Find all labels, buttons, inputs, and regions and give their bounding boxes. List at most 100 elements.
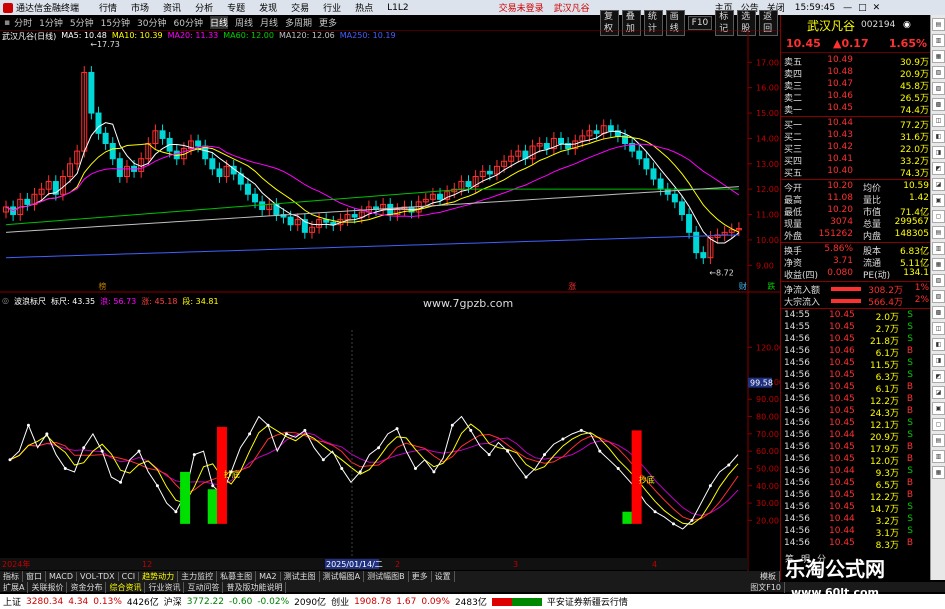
stat-row: 最低 10.20 市值 71.4亿 bbox=[781, 205, 931, 218]
app-title: 通达信金融终端 bbox=[16, 4, 80, 14]
menu-shichang[interactable]: 市场 bbox=[131, 1, 149, 14]
side-icon-1[interactable]: ▤ bbox=[932, 18, 945, 31]
side-icon-27[interactable]: ▤ bbox=[932, 434, 945, 447]
side-icon-12[interactable]: ▣ bbox=[932, 194, 945, 207]
side-icon-7[interactable]: ◫ bbox=[932, 114, 945, 127]
indicator-tab[interactable]: 私募主图 bbox=[217, 571, 257, 582]
indicator-tab[interactable]: 主力监控 bbox=[178, 571, 218, 582]
indicator-tab[interactable]: 测试幅图A bbox=[320, 571, 365, 582]
tab-daily[interactable]: 日线 bbox=[209, 16, 228, 29]
side-icon-28[interactable]: ▥ bbox=[932, 450, 945, 463]
price-tick-label: 14.00 bbox=[756, 134, 779, 143]
tab-weekly[interactable]: 周线 bbox=[235, 16, 253, 29]
tick-row: 14:56 10.45 12.2万 B bbox=[781, 490, 931, 503]
indicator-tab[interactable]: VOL-TDX bbox=[77, 572, 119, 581]
menu-zhuanti[interactable]: 专题 bbox=[227, 1, 245, 14]
side-icon-19[interactable]: ▩ bbox=[932, 306, 945, 319]
tab-fenshi[interactable]: 分时 bbox=[14, 16, 32, 29]
side-icon-4[interactable]: ▧ bbox=[932, 66, 945, 79]
menu-redian[interactable]: 热点 bbox=[355, 1, 373, 14]
indicator-tab[interactable]: MACD bbox=[46, 572, 77, 581]
indicator-tab[interactable]: CCI bbox=[119, 572, 140, 581]
tab-30min[interactable]: 30分钟 bbox=[137, 16, 166, 29]
indicator-tabs: 指标 窗口 MACD VOL-TDX CCI 趋势动力 主力监控 私募主图 MA2 测试主图 测试幅… bbox=[0, 571, 780, 582]
osc-point bbox=[413, 466, 417, 470]
extension-tab[interactable]: 行业资讯 bbox=[145, 581, 185, 593]
menu-hangye[interactable]: 行业 bbox=[323, 1, 341, 14]
minimize-icon[interactable]: — bbox=[843, 3, 852, 13]
extension-tab[interactable]: 普及版功能说明 bbox=[223, 581, 287, 593]
toolbar-f10[interactable]: F10 bbox=[687, 15, 713, 30]
extension-tab[interactable]: 关联报价 bbox=[28, 581, 68, 593]
side-icon-6[interactable]: ▩ bbox=[932, 98, 945, 111]
indicator-tab[interactable]: 趋势动力 bbox=[139, 571, 179, 582]
tick-row: 14:56 10.45 6.5万 B bbox=[781, 478, 931, 491]
sh-label[interactable]: 上证 bbox=[3, 595, 21, 608]
tab-more[interactable]: 更多 bbox=[319, 16, 337, 29]
template-tab[interactable]: 模板 bbox=[757, 571, 780, 582]
cy-label[interactable]: 创业 bbox=[331, 595, 349, 608]
osc-point bbox=[284, 432, 288, 436]
indicator-tab[interactable]: MA2 bbox=[256, 572, 281, 581]
candle-body bbox=[678, 201, 685, 216]
menu-hangqing[interactable]: 行情 bbox=[99, 1, 117, 14]
tab-15min[interactable]: 15分钟 bbox=[101, 16, 130, 29]
side-icon-15[interactable]: ▥ bbox=[932, 242, 945, 255]
side-icon-5[interactable]: ▨ bbox=[932, 82, 945, 95]
side-icon-16[interactable]: ▦ bbox=[932, 258, 945, 271]
side-icon-29[interactable]: ▦ bbox=[932, 466, 945, 479]
side-icon-9[interactable]: ◨ bbox=[932, 146, 945, 159]
tick-price: 10.45 bbox=[829, 538, 855, 548]
side-icon-21[interactable]: ◧ bbox=[932, 338, 945, 351]
osc-slow-line bbox=[9, 432, 739, 516]
side-icon-2[interactable]: ▥ bbox=[932, 34, 945, 47]
tab-5min[interactable]: 5分钟 bbox=[70, 16, 94, 29]
menu-l1l2[interactable]: L1L2 bbox=[387, 3, 408, 13]
sz-label[interactable]: 沪深 bbox=[164, 595, 182, 608]
tick-row: 14:56 10.46 6.1万 B bbox=[781, 346, 931, 359]
indicator-tab[interactable]: 测试主图 bbox=[281, 571, 320, 582]
menu-fenxi[interactable]: 分析 bbox=[195, 1, 213, 14]
extension-tab[interactable]: 扩展A bbox=[0, 581, 29, 593]
trade-login-status[interactable]: 交易未登录 bbox=[499, 1, 544, 14]
maximize-icon[interactable]: □ bbox=[858, 3, 867, 13]
osc-point bbox=[524, 475, 528, 479]
osc-point bbox=[377, 446, 381, 450]
side-icon-26[interactable]: ▢ bbox=[932, 418, 945, 431]
menu-jiaoyi[interactable]: 交易 bbox=[291, 1, 309, 14]
side-icon-3[interactable]: ▦ bbox=[932, 50, 945, 63]
indicator-tab[interactable]: 指标 bbox=[0, 571, 23, 582]
side-icon-10[interactable]: ◩ bbox=[932, 162, 945, 175]
side-icon-8[interactable]: ◧ bbox=[932, 130, 945, 143]
extension-tab[interactable]: 综合资讯 bbox=[106, 581, 146, 593]
tab-multi-period[interactable]: 多周期 bbox=[285, 16, 312, 29]
menu-faxian[interactable]: 发现 bbox=[259, 1, 277, 14]
side-icon-25[interactable]: ▣ bbox=[932, 402, 945, 415]
f10-tab[interactable]: 图文F10 bbox=[747, 581, 785, 593]
tab-60min[interactable]: 60分钟 bbox=[174, 16, 203, 29]
tick-direction: B bbox=[906, 394, 913, 404]
side-icon-23[interactable]: ◩ bbox=[932, 370, 945, 383]
indicator-tab[interactable]: 设置 bbox=[432, 571, 455, 582]
event-marker: 涨 bbox=[568, 281, 576, 291]
side-icon-11[interactable]: ◪ bbox=[932, 178, 945, 191]
tab-1min[interactable]: 1分钟 bbox=[39, 16, 63, 29]
close-icon[interactable]: ✕ bbox=[873, 3, 881, 13]
extension-tab[interactable]: 互动问答 bbox=[184, 581, 224, 593]
side-icon-24[interactable]: ◪ bbox=[932, 386, 945, 399]
side-icon-17[interactable]: ▧ bbox=[932, 274, 945, 287]
indicator-tab[interactable]: 测试幅图B bbox=[364, 571, 409, 582]
side-icon-13[interactable]: ▢ bbox=[932, 210, 945, 223]
side-icon-18[interactable]: ▨ bbox=[932, 290, 945, 303]
quote-nav-icon[interactable]: ◉ bbox=[903, 20, 911, 30]
extension-tab[interactable]: 资金分布 bbox=[67, 581, 107, 593]
osc-settings-icon[interactable]: ◎ bbox=[2, 296, 9, 308]
tick-row: 14:56 10.44 3.2万 S bbox=[781, 514, 931, 527]
menu-zixun[interactable]: 资讯 bbox=[163, 1, 181, 14]
indicator-tab[interactable]: 窗口 bbox=[23, 571, 46, 582]
side-icon-20[interactable]: ◫ bbox=[932, 322, 945, 335]
side-icon-14[interactable]: ▤ bbox=[932, 226, 945, 239]
indicator-tab[interactable]: 更多 bbox=[409, 571, 432, 582]
side-icon-22[interactable]: ◨ bbox=[932, 354, 945, 367]
tab-monthly[interactable]: 月线 bbox=[260, 16, 278, 29]
